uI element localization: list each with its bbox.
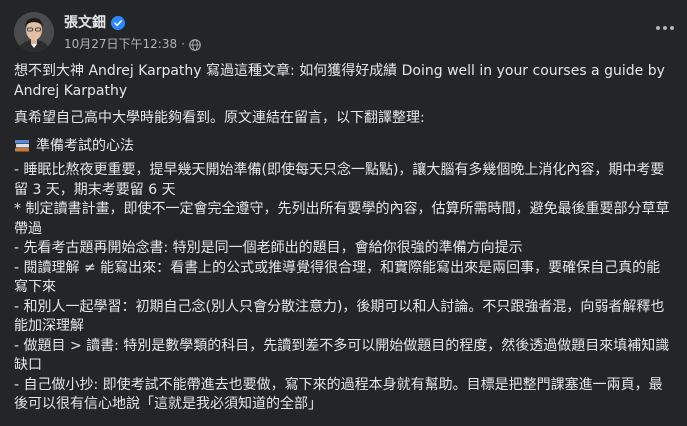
post-header: 張文鈿 10月27日下午12:38 · [14,12,201,52]
post-meta: 張文鈿 10月27日下午12:38 · [64,14,201,52]
author-name[interactable]: 張文鈿 [64,14,106,32]
globe-icon[interactable] [189,38,201,51]
post-intro-line-1: 想不到大神 Andrej Karpathy 寫過這種文章: 如何獲得好成績 Do… [14,63,665,79]
list-item: - 自己做小抄: 即使考試不能帶進去也要做，寫下來的過程本身就有幫助。目標是把整… [14,376,663,413]
timestamp-row: 10月27日下午12:38 · [64,37,201,52]
section-title: 準備考試的心法 [36,137,134,154]
avatar-image [14,12,54,52]
books-icon [15,140,29,152]
list-item: - 先看考古題再開始念書: 特別是同一個老師出的題目，會給你很強的準備方向提示 [14,240,523,256]
post-body: 想不到大神 Andrej Karpathy 寫過這種文章: 如何獲得好成績 Do… [14,62,674,415]
facebook-post: 張文鈿 10月27日下午12:38 · 想不到大神 Andrej Karpath… [0,0,687,426]
list-item: * 制定讀書計畫，即使不一定會完全遵守，先列出所有要學的內容，估算所需時間，避免… [14,201,670,237]
meta-separator: · [181,37,185,51]
list-item: - 做題目 > 讀書: 特別是數學類的科目，先讀到差不多可以開始做題目的程度，然… [14,337,670,374]
avatar[interactable] [14,12,54,52]
verified-badge-icon [111,16,125,30]
list-item: - 閱讀理解 ≠ 能寫出來：看書上的公式或推導覺得很合理，和實際能寫出來是兩回事… [14,259,661,296]
list-item: - 和別人一起學習：初期自己念(別人只會分散注意力)，後期可以和人討論。不只跟強… [14,298,665,335]
section-heading: 準備考試的心法 [14,137,674,157]
post-timestamp[interactable]: 10月27日下午12:38 [64,37,177,52]
list-item: - 睡眠比熬夜更重要，提早幾天開始準備(即使每天只念一點點)，讓大腦有多幾個晚上… [14,162,665,198]
author-row: 張文鈿 [64,14,201,32]
post-intro-line-2: Andrej Karpathy [14,82,128,99]
more-options-icon[interactable] [653,20,677,36]
post-intro-2: 真希望自己高中大學時能夠看到。原文連結在留言，以下翻譯整理: [14,110,425,126]
